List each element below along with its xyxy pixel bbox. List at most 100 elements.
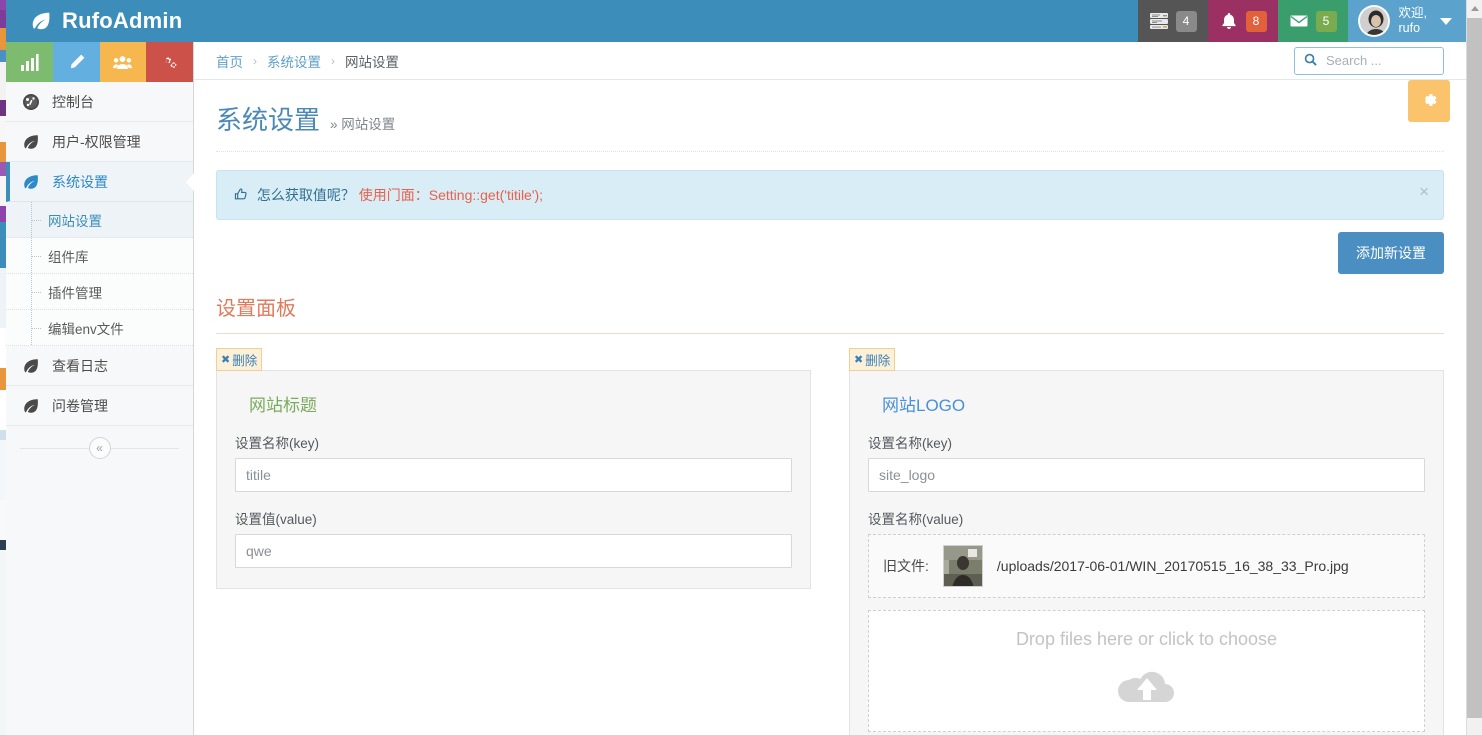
avatar [1357, 5, 1390, 37]
sidebar-item-questionnaire[interactable]: 问卷管理 [6, 386, 193, 426]
key-field-label: 设置名称(key) [868, 436, 952, 451]
mail-badge: 5 [1315, 10, 1337, 32]
sidebar-subitem-label: 网站设置 [48, 213, 102, 229]
key-input[interactable] [235, 458, 792, 492]
page-title-text: 系统设置 [216, 105, 321, 135]
delete-setting-button[interactable]: ✖ 删除 [849, 348, 896, 371]
scrollbar-thumb[interactable] [1467, 18, 1482, 718]
sidebar-item-user-permission[interactable]: 用户-权限管理 [6, 122, 193, 162]
greeting-line-2: rufo [1398, 21, 1421, 35]
breadcrumb-item-system-settings[interactable]: 系统设置 [267, 51, 321, 71]
user-menu[interactable]: 欢迎, rufo [1347, 0, 1466, 42]
dashboard-icon [22, 93, 40, 111]
value-input[interactable] [235, 534, 792, 568]
action-row: 添加新设置 [194, 220, 1466, 274]
tasks-menu[interactable]: 4 [1137, 0, 1208, 42]
scrollbar-up-arrow[interactable] [1467, 0, 1482, 17]
adjacent-window-sliver [0, 0, 6, 735]
settings-panel-header: 设置面板 [194, 274, 1466, 334]
quick-action-edit[interactable] [52, 42, 100, 82]
sidebar-item-system-settings[interactable]: 系统设置 [6, 162, 194, 202]
breadcrumb-item-home[interactable]: 首页 [216, 51, 243, 71]
leaf-icon [22, 397, 40, 415]
sidebar-item-view-logs[interactable]: 查看日志 [6, 346, 193, 386]
alerts-menu[interactable]: 8 [1207, 0, 1278, 42]
leaf-icon [22, 133, 40, 151]
delete-label: 删除 [232, 354, 258, 368]
quick-actions [6, 42, 193, 82]
search-box[interactable] [1294, 46, 1444, 75]
close-icon: ✖ [221, 354, 231, 366]
sidebar-subitem-site-settings[interactable]: 网站设置 [6, 202, 193, 238]
tasks-badge: 4 [1175, 10, 1197, 32]
sidebar-item-label: 用户-权限管理 [52, 133, 141, 150]
quick-action-settings[interactable] [146, 42, 193, 82]
admin-page: RufoAdmin 4 8 5 欢迎, rufo 控制台 用户-权限管理 系统设… [0, 0, 1482, 735]
page-title: 系统设置 » 网站设置 [216, 100, 1444, 137]
quick-action-users[interactable] [99, 42, 147, 82]
sidebar-subitem-component-library[interactable]: 组件库 [6, 238, 193, 274]
sidebar-subitem-plugin-manage[interactable]: 插件管理 [6, 274, 193, 310]
leaf-icon [22, 357, 40, 375]
alerts-badge: 8 [1245, 10, 1267, 32]
search-input[interactable] [1324, 52, 1434, 69]
sidebar-subitem-label: 组件库 [48, 249, 89, 265]
cloud-upload-icon [1115, 664, 1179, 715]
card-body: 网站标题 设置名称(key) 设置值(value) [216, 370, 811, 589]
file-dropzone[interactable]: Drop files here or click to choose [868, 610, 1425, 732]
leaf-icon [30, 10, 52, 32]
key-input[interactable] [868, 458, 1425, 492]
mail-menu[interactable]: 5 [1277, 0, 1348, 42]
divider [216, 151, 1444, 152]
tasks-icon [1149, 12, 1169, 30]
sidebar-submenu: 网站设置 组件库 插件管理 编辑env文件 [6, 202, 193, 346]
sidebar: 控制台 用户-权限管理 系统设置 网站设置 组件库 插件管理 编辑env文件 查… [6, 42, 194, 735]
breadcrumb: 首页 › 系统设置 › 网站设置 [216, 51, 399, 71]
key-field-label: 设置名称(key) [235, 436, 319, 451]
bar-chart-icon [20, 53, 39, 71]
gears-icon [165, 56, 177, 68]
existing-file-label: 旧文件: [883, 558, 929, 574]
leaf-icon [22, 173, 40, 191]
sidebar-item-dashboard[interactable]: 控制台 [6, 82, 193, 122]
breadcrumb-separator: › [331, 53, 335, 68]
value-field-label: 设置值(value) [235, 512, 317, 527]
main-content: 首页 › 系统设置 › 网站设置 系统设置 » 网站设置 [194, 42, 1466, 735]
info-alert: 怎么获取值呢？ 使用门面：Setting::get('titile'); × [216, 170, 1444, 220]
setting-card-site-logo: ✖ 删除 网站LOGO 设置名称(key) 设置名称(value) 旧文件: [849, 348, 1444, 735]
sidebar-item-label: 问卷管理 [52, 397, 108, 414]
sidebar-item-label: 控制台 [52, 93, 94, 110]
quick-action-chart[interactable] [6, 42, 53, 82]
file-thumbnail[interactable] [942, 545, 983, 587]
delete-setting-button[interactable]: ✖ 删除 [216, 348, 263, 371]
breadcrumb-item-current: 网站设置 [345, 54, 399, 70]
thumbs-up-icon [233, 187, 248, 205]
setting-card-site-title: ✖ 删除 网站标题 设置名称(key) 设置值(value) [216, 348, 811, 735]
brand-logo[interactable]: RufoAdmin [30, 0, 182, 42]
user-greeting: 欢迎, rufo [1399, 6, 1427, 36]
add-setting-button[interactable]: 添加新设置 [1338, 232, 1444, 274]
settings-panel-title: 设置面板 [216, 298, 296, 320]
existing-file-path: /uploads/2017-06-01/WIN_20170515_16_38_3… [996, 558, 1349, 574]
close-icon: ✖ [854, 354, 864, 366]
sidebar-collapse-button[interactable]: « [88, 437, 111, 459]
top-header: RufoAdmin 4 8 5 欢迎, rufo [6, 0, 1466, 42]
sidebar-subitem-edit-env[interactable]: 编辑env文件 [6, 310, 193, 346]
search-icon [1304, 53, 1317, 69]
sidebar-subitem-label: 编辑env文件 [48, 321, 124, 337]
users-icon [113, 55, 133, 69]
close-icon[interactable]: × [1419, 183, 1429, 200]
brand-name: RufoAdmin [62, 8, 183, 33]
delete-label: 删除 [865, 354, 891, 368]
card-title: 网站LOGO [882, 396, 966, 415]
envelope-icon [1289, 12, 1309, 30]
header-actions: 4 8 5 欢迎, rufo [1137, 0, 1466, 42]
greeting-line-1: 欢迎, [1398, 6, 1427, 20]
settings-cards: ✖ 删除 网站标题 设置名称(key) 设置值(value) ✖ 删除 [194, 334, 1466, 735]
sidebar-item-label: 系统设置 [52, 173, 108, 190]
settings-fab-button[interactable] [1408, 80, 1450, 122]
sidebar-item-label: 查看日志 [52, 357, 108, 374]
sidebar-collapse-row: « [6, 426, 193, 470]
browser-scrollbar[interactable] [1466, 0, 1482, 735]
alert-text: 怎么获取值呢？ [256, 187, 355, 203]
